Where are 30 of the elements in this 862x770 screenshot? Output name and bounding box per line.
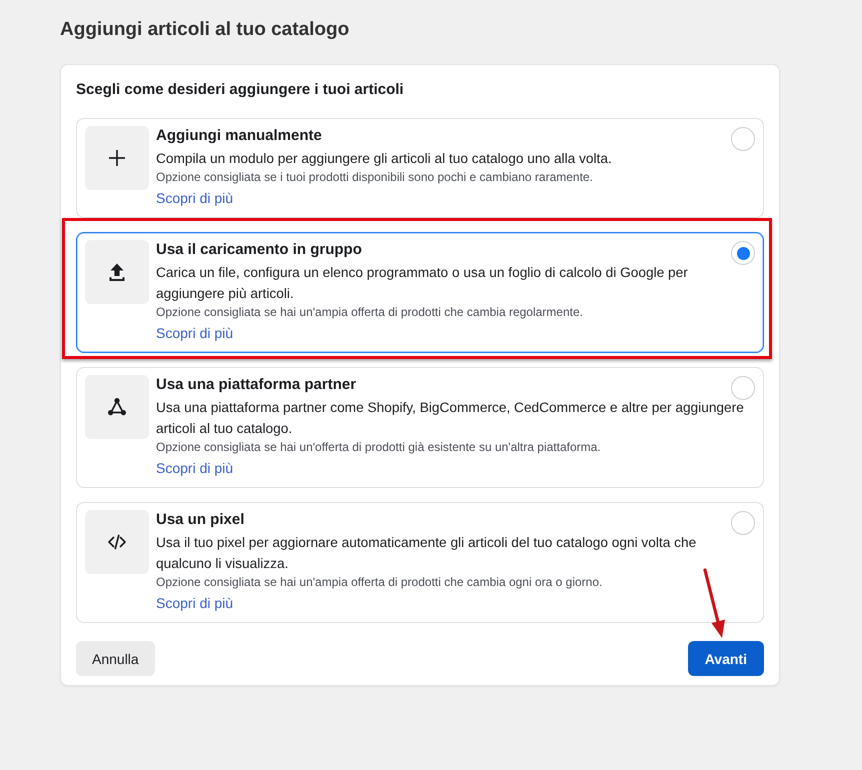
upload-icon — [85, 240, 149, 304]
plus-icon — [85, 126, 149, 190]
option-hint: Opzione consigliata se i tuoi prodotti disponibili sono pochi e cambiano raramente. — [156, 169, 594, 185]
option-description: Usa il tuo pixel per aggiornare automaticamente gli articoli del tuo catalogo ogni volta che qualcuno li visualizza. — [156, 534, 698, 573]
cancel-button[interactable]: Annulla — [76, 641, 155, 676]
card-heading: Scegli come desideri aggiungere i tuoi articoli — [76, 80, 405, 100]
learn-more-link[interactable]: Scopri di più — [156, 188, 234, 208]
next-button[interactable]: Avanti — [688, 641, 764, 676]
option-card[interactable]: Aggiungi manualmente Compila un modulo per aggiungere gli articoli al tuo catalogo uno alla volta. Opzione consigliata se i tuoi prodotti disponibili sono pochi e cambiano raramente. Scopri di più — [76, 118, 764, 218]
code-icon — [85, 510, 149, 574]
option-title: Usa una piattaforma partner — [156, 375, 356, 395]
radio-button[interactable] — [731, 127, 755, 151]
learn-more-link[interactable]: Scopri di più — [156, 593, 234, 613]
option-title: Aggiungi manualmente — [156, 126, 322, 146]
option-description: Usa una piattaforma partner come Shopify, BigCommerce, CedCommerce e altre per aggiungere articoli al tuo catalogo. — [156, 399, 745, 438]
learn-more-link[interactable]: Scopri di più — [156, 458, 234, 478]
option-hint: Opzione consigliata se hai un'ampia offerta di prodotti che cambia regolarmente. — [156, 304, 584, 320]
radio-button[interactable] — [731, 511, 755, 535]
option-title: Usa un pixel — [156, 510, 244, 530]
radio-button[interactable] — [731, 241, 755, 265]
page-title: Aggiungi articoli al tuo catalogo — [60, 18, 350, 42]
option-title: Usa il caricamento in gruppo — [156, 240, 362, 260]
triangle-nodes-icon — [85, 375, 149, 439]
learn-more-link[interactable]: Scopri di più — [156, 323, 234, 343]
option-hint: Opzione consigliata se hai un'offerta di prodotti già esistente su un'altra piattaforma. — [156, 439, 602, 455]
option-hint: Opzione consigliata se hai un'ampia offerta di prodotti che cambia ogni ora o giorno. — [156, 574, 604, 590]
option-description: Compila un modulo per aggiungere gli articoli al tuo catalogo uno alla volta. — [156, 150, 613, 168]
radio-button[interactable] — [731, 376, 755, 400]
option-description: Carica un file, configura un elenco programmato o usa un foglio di calcolo di Google per aggiungere più articoli. — [156, 264, 689, 303]
option-card[interactable] — [76, 232, 764, 353]
